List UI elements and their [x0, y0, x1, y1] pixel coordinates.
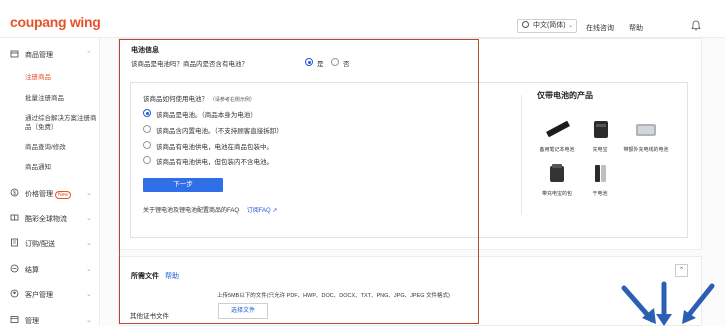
sidebar-subitem-bulk-register[interactable]: 批量注册商品 — [25, 94, 99, 103]
chevron-down-icon: ⌄ — [567, 23, 573, 29]
product-example-battery-with-cable: 带额外充电线的电池 — [623, 118, 669, 153]
laptop-battery-icon — [546, 121, 570, 137]
sidebar-item-label: 客户管理 — [25, 292, 53, 299]
help-link[interactable]: 帮助 — [629, 23, 643, 33]
settlement-icon — [10, 264, 19, 273]
chevron-down-icon: ⌄ — [86, 190, 92, 197]
language-label: 中文(简体) — [532, 22, 566, 29]
vertical-divider — [521, 95, 522, 215]
logo-text-coupang: coupang — [10, 14, 67, 30]
product-example-label: 带充电宝的包 — [541, 191, 572, 197]
collapse-button[interactable]: ⌃ — [675, 264, 688, 277]
new-badge: New — [55, 191, 72, 199]
language-selector[interactable]: 中文(简体) ⌄ — [517, 19, 577, 33]
annotation-arrows — [621, 281, 715, 326]
price-icon: $ — [10, 188, 19, 197]
product-example-bag-with-power-bank: 带充电宝的包 — [534, 162, 580, 197]
online-consult-link[interactable]: 在线咨询 — [586, 23, 614, 33]
battery-with-cable-icon — [636, 124, 656, 136]
chevron-down-icon: ⌄ — [86, 317, 92, 324]
arrow-down-left-icon — [682, 283, 715, 324]
product-example-laptop-battery: 备用笔记本电池 — [534, 118, 580, 153]
logistics-icon — [10, 214, 19, 221]
coupang-wing-logo[interactable]: coupang wing — [10, 14, 101, 30]
logo-text-wing: wing — [69, 14, 101, 30]
chevron-up-icon: ⌃ — [86, 51, 92, 58]
delivery-icon — [11, 238, 18, 247]
chevron-down-icon: ⌄ — [86, 215, 92, 222]
sidebar-item-label: 管理 — [25, 318, 39, 325]
sidebar-item-label: 结算 — [25, 267, 39, 274]
product-example-label: 备用笔记本电池 — [539, 147, 575, 153]
bag-icon — [550, 164, 564, 182]
sidebar-subitem-register-product[interactable]: 注册商品 — [25, 73, 99, 82]
customer-icon — [10, 289, 19, 298]
arrow-down-icon — [656, 281, 672, 326]
chevron-down-icon: ⌄ — [86, 240, 92, 247]
sidebar-item-label: 订购/配送 — [25, 241, 55, 248]
top-header: coupang wing 中文(简体) ⌄ 在线咨询 帮助 — [0, 0, 725, 38]
sidebar-subitem-product-notice[interactable]: 商品通知 — [25, 163, 99, 172]
sidebar: 商品管理 ⌃ 注册商品 批量注册商品 通过综合解决方案注册商品（免费） 商品查询… — [0, 38, 100, 326]
svg-text:$: $ — [13, 191, 16, 197]
product-example-label: 带额外充电线的电池 — [623, 147, 669, 153]
sidebar-item-label: 商品管理 — [25, 52, 53, 59]
sidebar-subitem-product-query[interactable]: 商品查询/修改 — [25, 143, 99, 152]
product-example-label: 充电宝 — [592, 147, 608, 153]
product-example-dry-battery: 干电池 — [577, 162, 623, 197]
chevron-down-icon: ⌄ — [86, 291, 92, 298]
admin-icon — [10, 316, 19, 323]
sidebar-item-label: 价格管理 — [25, 191, 53, 198]
sidebar-subitem-integrated-register[interactable]: 通过综合解决方案注册商品（免费） — [25, 114, 99, 132]
bell-icon[interactable] — [691, 20, 701, 31]
globe-icon — [522, 21, 529, 28]
product-example-power-bank: 充电宝 — [577, 118, 623, 153]
box-icon — [10, 50, 19, 58]
product-example-label: 干电池 — [592, 191, 608, 197]
chevron-down-icon: ⌄ — [86, 266, 92, 273]
power-bank-icon — [594, 121, 608, 138]
sidebar-item-label: 酷彩全球物流 — [25, 216, 67, 223]
battery-products-title: 仅带电池的产品 — [537, 91, 593, 100]
arrow-down-right-icon — [621, 285, 656, 324]
dry-battery-icon — [595, 165, 606, 182]
chevron-up-icon: ⌃ — [678, 267, 685, 274]
highlight-frame — [119, 39, 479, 324]
